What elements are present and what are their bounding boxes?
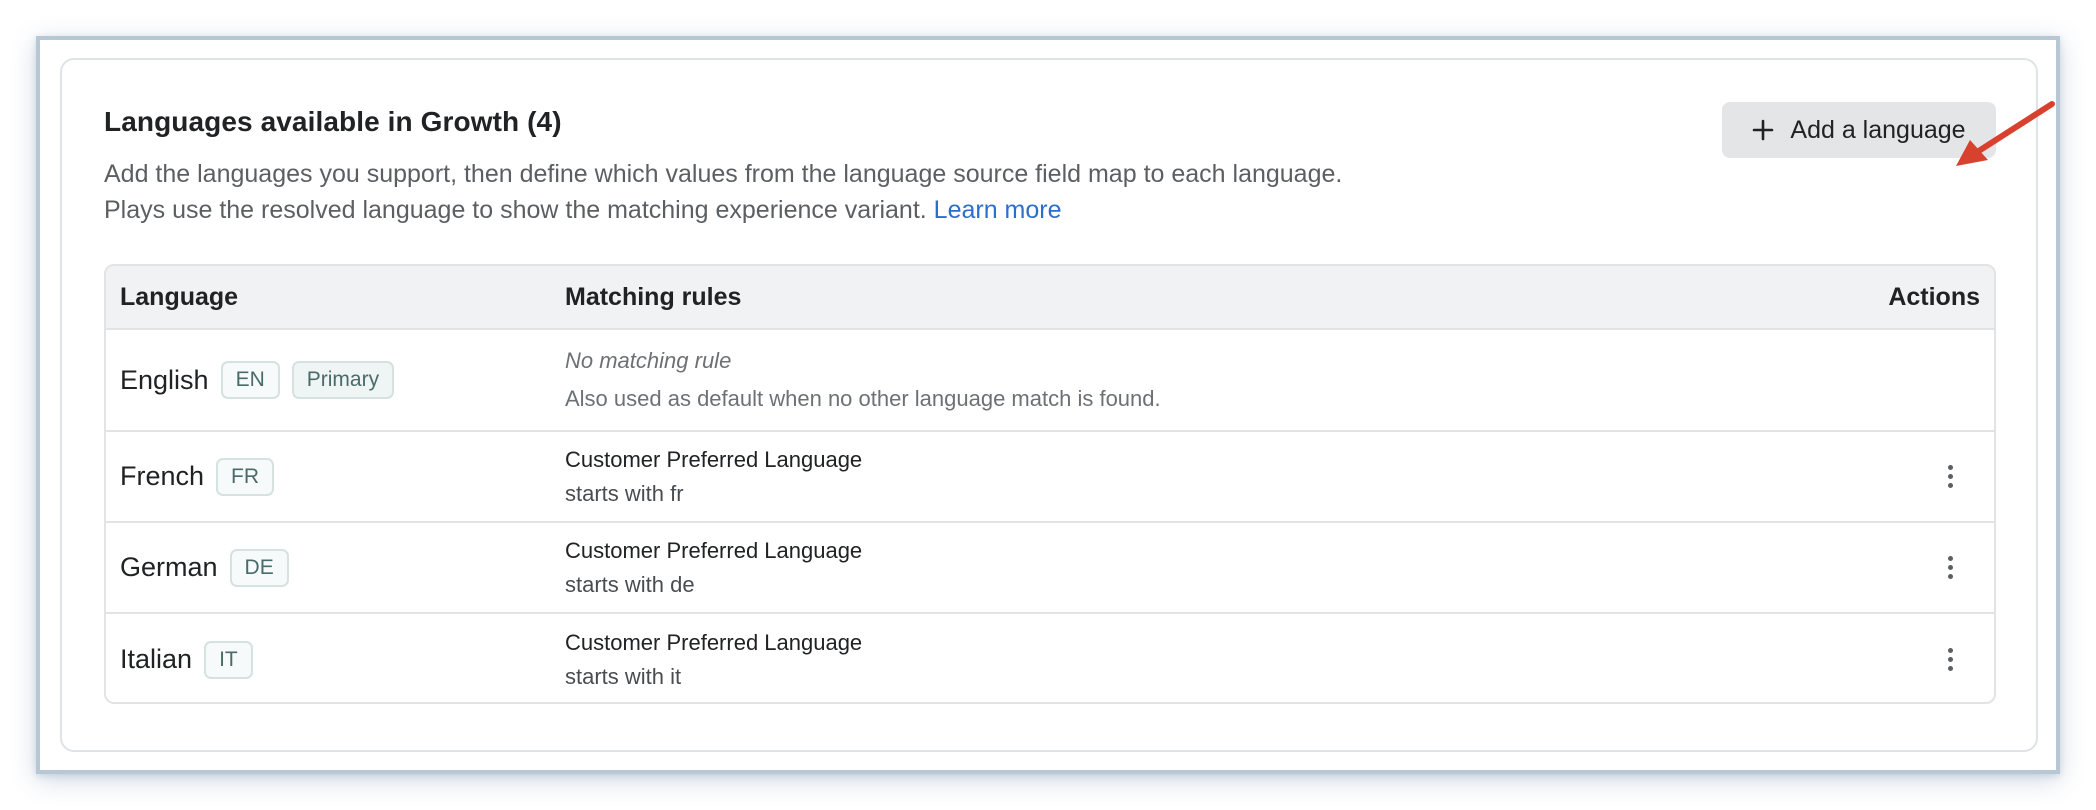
languages-table: Language Matching rules Actions English … bbox=[104, 264, 1996, 704]
add-language-button[interactable]: Add a language bbox=[1722, 102, 1996, 158]
plus-icon bbox=[1752, 119, 1774, 141]
language-cell: French FR bbox=[120, 432, 286, 521]
matching-rules-cell: No matching rule Also used as default wh… bbox=[565, 330, 1161, 430]
matching-rules-cell: Customer Preferred Language starts with … bbox=[565, 614, 863, 702]
languages-card: Languages available in Growth (4) Add th… bbox=[60, 58, 2038, 752]
rule-field-name: Customer Preferred Language bbox=[565, 629, 863, 655]
language-name: Italian bbox=[120, 644, 193, 674]
rule-condition: starts with it bbox=[565, 663, 682, 689]
column-header-actions: Actions bbox=[1888, 282, 1980, 311]
screenshot-frame: Languages available in Growth (4) Add th… bbox=[36, 36, 2060, 774]
primary-badge: Primary bbox=[291, 361, 395, 399]
more-vertical-icon[interactable] bbox=[1938, 550, 1962, 586]
table-header: Language Matching rules Actions bbox=[106, 266, 1994, 330]
no-matching-rule-text: No matching rule bbox=[565, 348, 732, 373]
rule-field-name: Customer Preferred Language bbox=[565, 537, 863, 563]
rule-field-name: Customer Preferred Language bbox=[565, 446, 863, 472]
language-name: French bbox=[120, 461, 205, 491]
rule-condition: starts with de bbox=[565, 571, 695, 597]
default-note-text: Also used as default when no other langu… bbox=[565, 386, 1161, 411]
matching-rules-cell: Customer Preferred Language starts with … bbox=[565, 432, 862, 521]
language-cell: Italian IT bbox=[120, 614, 265, 702]
language-cell: English EN Primary bbox=[120, 330, 406, 430]
language-name: English bbox=[120, 364, 209, 395]
more-vertical-icon[interactable] bbox=[1938, 459, 1962, 495]
table-row: English EN Primary No matching rule Also… bbox=[106, 330, 1994, 432]
language-code-badge: DE bbox=[229, 548, 289, 587]
card-title: Languages available in Growth (4) bbox=[104, 106, 562, 137]
table-row: French FR Customer Preferred Language st… bbox=[106, 432, 1994, 523]
language-code-badge: IT bbox=[204, 640, 253, 679]
language-code-badge: EN bbox=[220, 361, 280, 399]
matching-rules-cell: Customer Preferred Language starts with … bbox=[565, 523, 862, 612]
add-language-label: Add a language bbox=[1790, 115, 1966, 144]
language-code-badge: FR bbox=[216, 457, 275, 496]
column-header-matching-rules: Matching rules bbox=[565, 282, 742, 311]
card-description: Add the languages you support, then defi… bbox=[104, 156, 1364, 228]
table-row: Italian IT Customer Preferred Language s… bbox=[106, 614, 1994, 702]
table-row: German DE Customer Preferred Language st… bbox=[106, 523, 1994, 614]
column-header-language: Language bbox=[120, 282, 239, 311]
more-vertical-icon[interactable] bbox=[1938, 642, 1962, 678]
language-cell: German DE bbox=[120, 523, 301, 612]
rule-condition: starts with fr bbox=[565, 480, 684, 506]
language-name: German bbox=[120, 552, 218, 582]
learn-more-link[interactable]: Learn more bbox=[934, 196, 1062, 224]
card-description-text: Add the languages you support, then defi… bbox=[104, 160, 1343, 224]
